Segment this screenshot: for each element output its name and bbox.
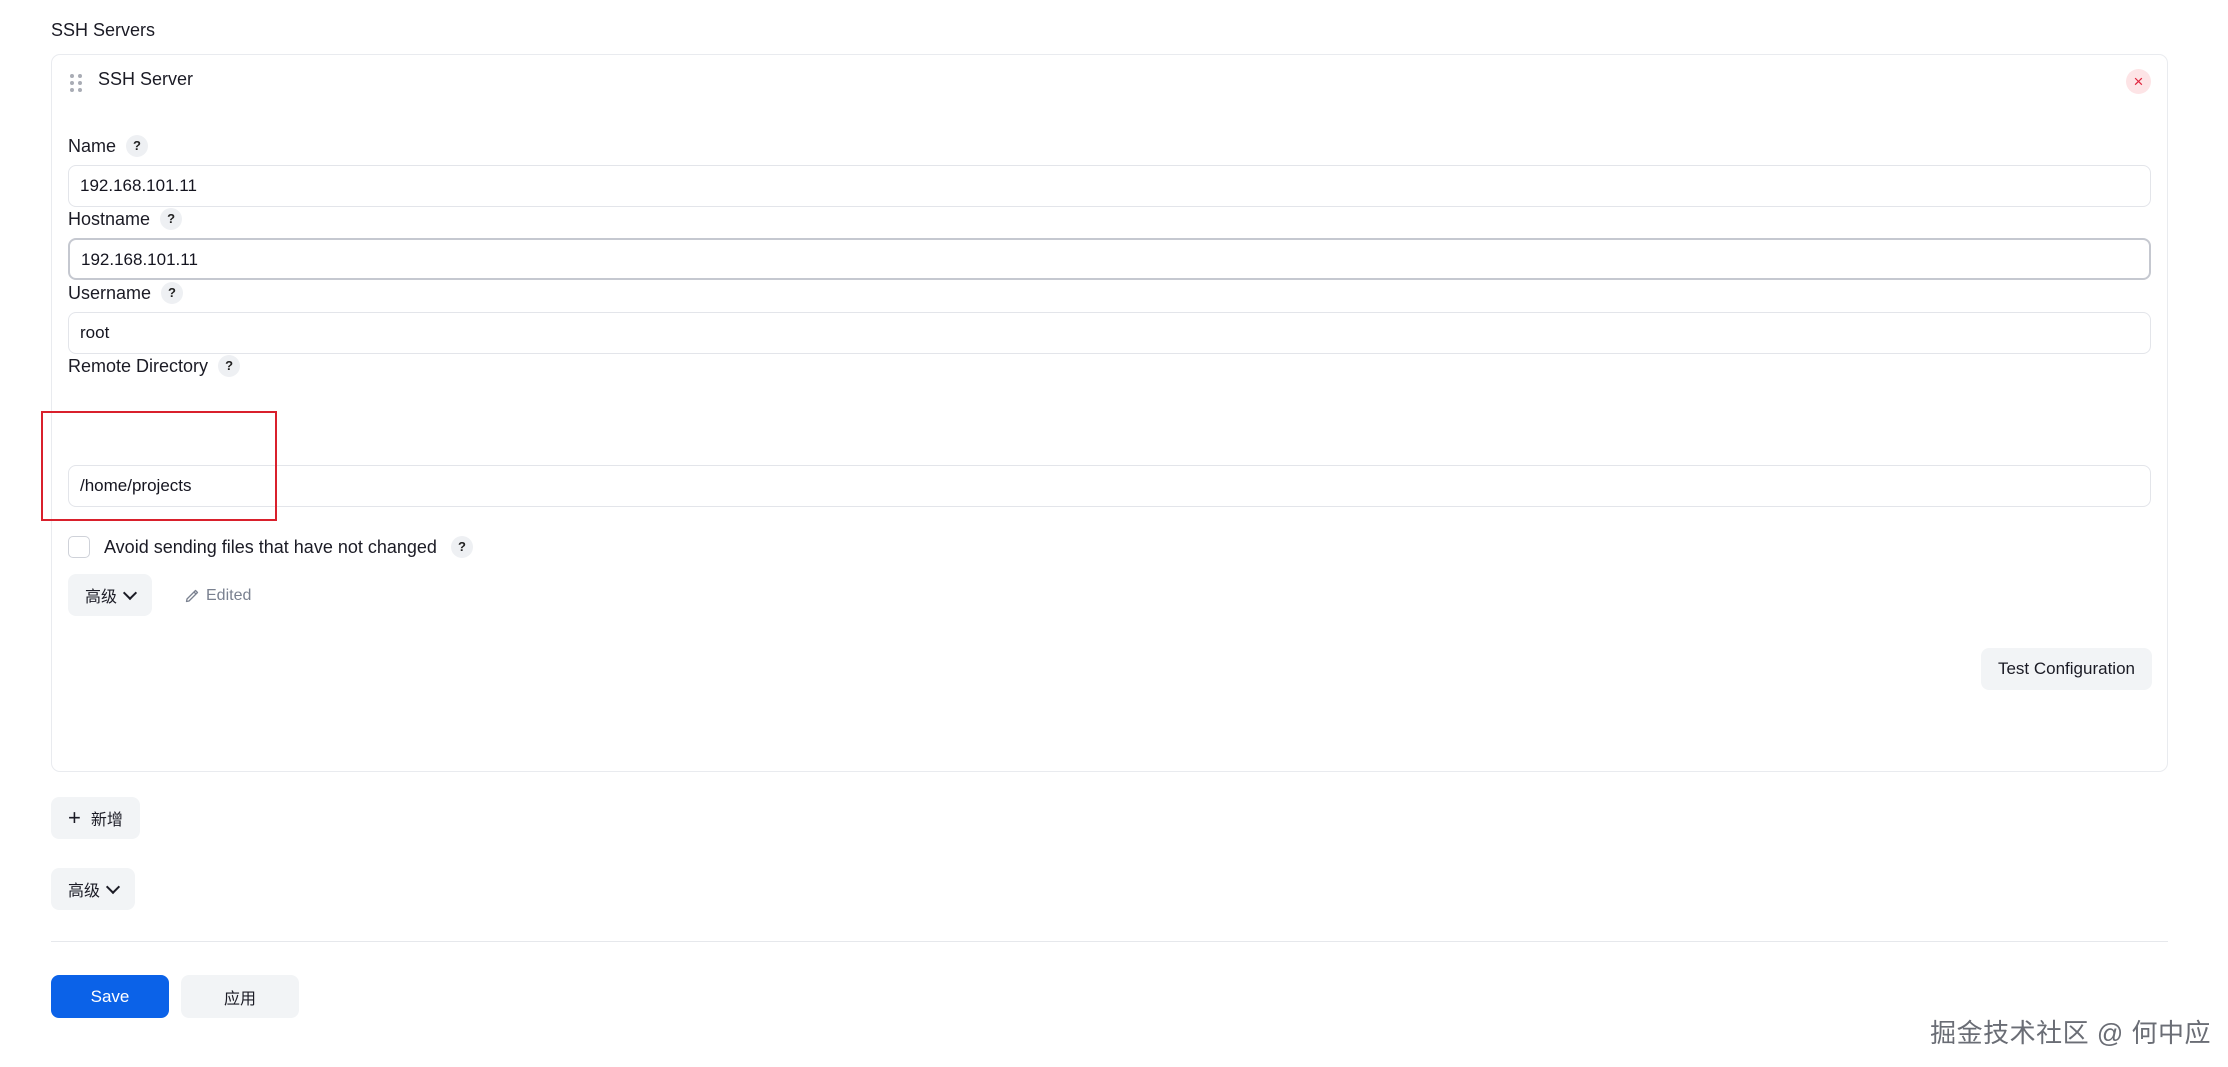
divider: [51, 941, 2168, 942]
avoid-unchanged-checkbox[interactable]: [68, 536, 90, 558]
hostname-label-text: Hostname: [68, 208, 151, 229]
plus-icon: +: [68, 805, 81, 830]
edited-indicator: Edited: [184, 587, 251, 605]
remote-directory-input[interactable]: /home/projects: [68, 465, 2151, 507]
remote-directory-label-text: Remote Directory: [68, 355, 209, 376]
name-label-text: Name: [68, 135, 117, 156]
edited-label: Edited: [206, 587, 252, 604]
name-input[interactable]: 192.168.101.11: [68, 165, 2151, 207]
apply-button[interactable]: 应用: [181, 975, 299, 1018]
page: SSH Servers SSH Server × Name ? 192.168.…: [0, 0, 2228, 1067]
advanced-label: 高级: [68, 883, 101, 900]
hostname-input[interactable]: 192.168.101.11: [68, 238, 2151, 280]
username-input[interactable]: root: [68, 312, 2151, 354]
close-icon[interactable]: ×: [2126, 69, 2151, 94]
watermark: 掘金技术社区 @ 何中应: [1930, 1018, 2211, 1048]
hostname-label: Hostname ?: [68, 208, 183, 230]
server-advanced-label: 高级: [85, 589, 118, 606]
section-title: SSH Servers: [51, 20, 156, 40]
chevron-down-icon: [105, 879, 121, 894]
username-label-text: Username: [68, 282, 152, 303]
remote-directory-help-icon[interactable]: ?: [218, 355, 241, 377]
name-label: Name ?: [68, 135, 149, 157]
server-advanced-button[interactable]: 高级: [68, 574, 153, 616]
pencil-icon: [185, 589, 199, 603]
chevron-down-icon: [122, 585, 138, 600]
avoid-unchanged-label: Avoid sending files that have not change…: [104, 536, 437, 557]
hostname-help-icon[interactable]: ?: [160, 208, 183, 230]
card-title: SSH Server: [98, 69, 194, 89]
advanced-button[interactable]: 高级: [51, 868, 136, 910]
username-help-icon[interactable]: ?: [161, 282, 184, 304]
drag-handle-icon[interactable]: [70, 74, 82, 92]
ssh-server-card: SSH Server × Name ? 192.168.101.11 Hostn…: [41, 54, 2168, 772]
name-help-icon[interactable]: ?: [126, 135, 149, 157]
card-header: SSH Server ×: [52, 55, 2167, 105]
avoid-unchanged-help-icon[interactable]: ?: [450, 536, 473, 558]
remote-directory-label: Remote Directory ?: [68, 355, 241, 377]
add-server-label: 新增: [90, 812, 123, 829]
username-label: Username ?: [68, 282, 184, 304]
avoid-unchanged-row: Avoid sending files that have not change…: [68, 536, 473, 558]
save-button[interactable]: Save: [51, 975, 169, 1018]
test-configuration-button[interactable]: Test Configuration: [1980, 648, 2152, 690]
add-server-button[interactable]: + 新增: [51, 797, 140, 839]
